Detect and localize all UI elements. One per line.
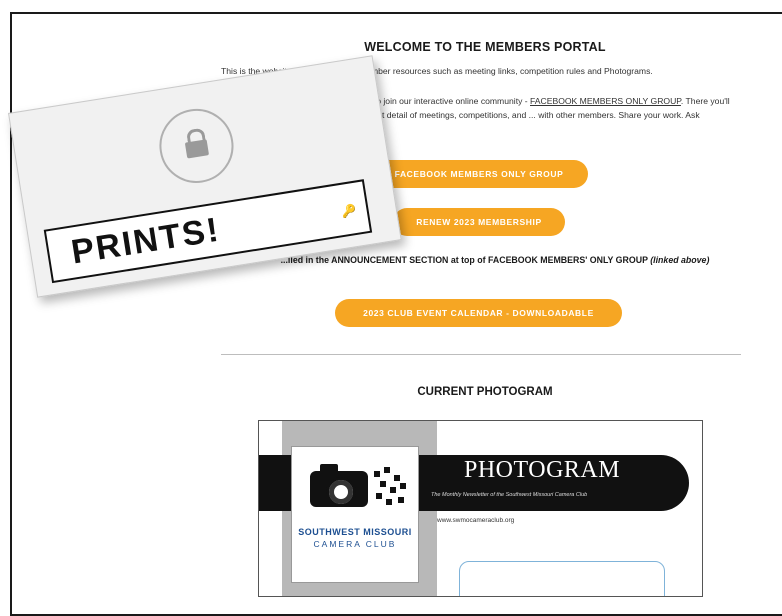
announcement-text: ...lled in the ANNOUNCEMENT SECTION at t… [280, 255, 651, 265]
club-logo: SOUTHWEST MISSOURI CAMERA CLUB [291, 446, 419, 583]
photogram-subtitle: The Monthly Newsletter of the Southwest … [431, 492, 588, 498]
announcement-note: ...lled in the ANNOUNCEMENT SECTION at t… [235, 254, 755, 267]
portal-title: WELCOME TO THE MEMBERS PORTAL [364, 40, 606, 54]
announcement-linked: (linked above) [650, 255, 710, 265]
lock-icon [183, 127, 210, 159]
lock-badge [154, 103, 239, 189]
pixel-scatter-icon [372, 467, 406, 509]
renew-membership-button[interactable]: RENEW 2023 MEMBERSHIP [393, 208, 565, 236]
logo-line1: SOUTHWEST MISSOURI [298, 527, 412, 537]
section-divider [221, 354, 741, 355]
event-calendar-button[interactable]: 2023 CLUB EVENT CALENDAR - DOWNLOADABLE [335, 299, 622, 327]
facebook-group-button[interactable]: FACEBOOK MEMBERS ONLY GROUP [370, 160, 588, 188]
password-value: PRINTS! [68, 210, 223, 272]
photogram-url: www.swmocameraclub.org [437, 517, 515, 524]
facebook-group-link[interactable]: FACEBOOK MEMBERS ONLY GROUP [530, 96, 681, 106]
camera-icon [310, 464, 368, 507]
photogram-title: PHOTOGRAM [464, 457, 621, 483]
logo-line2: CAMERA CLUB [313, 539, 397, 549]
key-icon[interactable]: 🔑 [341, 203, 358, 219]
photogram-content-box [459, 561, 665, 596]
photogram-thumbnail[interactable]: SOUTHWEST MISSOURI CAMERA CLUB PHOTOGRAM… [258, 420, 703, 597]
current-photogram-heading: CURRENT PHOTOGRAM [417, 386, 553, 398]
